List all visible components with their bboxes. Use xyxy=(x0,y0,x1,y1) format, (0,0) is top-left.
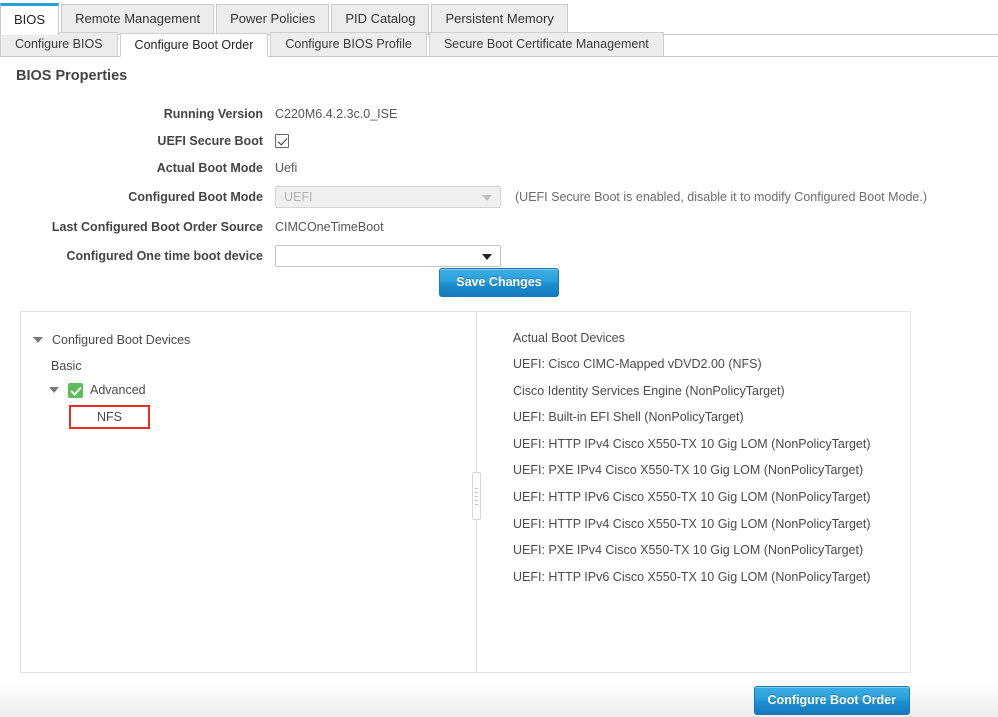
uefi-secure-boot-label: UEFI Secure Boot xyxy=(157,133,263,148)
row-configured-boot-mode: Configured Boot Mode UEFI (UEFI Secure B… xyxy=(0,181,998,213)
last-configured-boot-order-source-label: Last Configured Boot Order Source xyxy=(51,219,263,234)
uefi-secure-boot-checkbox[interactable] xyxy=(275,133,289,148)
running-version-value: C220M6.4.2.3c.0_ISE xyxy=(275,106,398,121)
list-item: UEFI: HTTP IPv4 Cisco X550-TX 10 Gig LOM… xyxy=(513,516,871,531)
tree-item-advanced[interactable]: Advanced xyxy=(21,378,476,402)
chevron-down-icon xyxy=(482,254,492,260)
tab-bios[interactable]: BIOS xyxy=(0,3,60,35)
check-icon xyxy=(68,382,83,398)
row-running-version: Running Version C220M6.4.2.3c.0_ISE xyxy=(0,100,998,127)
actual-boot-devices-title: Actual Boot Devices xyxy=(513,331,625,345)
caret-down-icon[interactable] xyxy=(49,387,59,393)
chevron-down-icon xyxy=(482,195,492,201)
boot-devices-panels: Configured Boot Devices Basic Advanced N… xyxy=(20,311,911,673)
running-version-label: Running Version xyxy=(163,106,263,121)
configured-boot-mode-selected-value: UEFI xyxy=(284,190,313,204)
configured-boot-mode-select: UEFI xyxy=(275,186,501,208)
bios-configure-boot-order-page: BIOS Remote Management Power Policies PI… xyxy=(0,0,998,717)
grip-line xyxy=(475,491,478,493)
row-actual-boot-mode: Actual Boot Mode Uefi xyxy=(0,154,998,181)
grip-line xyxy=(475,499,478,501)
tab-secure-boot-certificate-management[interactable]: Secure Boot Certificate Management xyxy=(428,32,664,56)
row-last-configured-boot-order-source: Last Configured Boot Order Source CIMCOn… xyxy=(0,213,998,240)
tree-item-basic[interactable]: Basic xyxy=(21,354,476,378)
list-item: UEFI: PXE IPv4 Cisco X550-TX 10 Gig LOM … xyxy=(513,463,864,478)
page-footer: Configure Boot Order xyxy=(0,681,998,717)
tree-item-nfs[interactable]: NFS xyxy=(69,405,150,429)
tree-item-advanced-label: Advanced xyxy=(90,383,146,397)
bios-properties-form: Running Version C220M6.4.2.3c.0_ISE UEFI… xyxy=(0,100,998,272)
page-title: BIOS Properties xyxy=(16,68,128,84)
secondary-tab-bar: Configure BIOS Configure Boot Order Conf… xyxy=(0,29,998,57)
panel-divider xyxy=(472,312,481,672)
last-configured-boot-order-source-value: CIMCOneTimeBoot xyxy=(275,219,384,234)
list-item: UEFI: HTTP IPv6 Cisco X550-TX 10 Gig LOM… xyxy=(513,489,871,504)
list-item: UEFI: HTTP IPv4 Cisco X550-TX 10 Gig LOM… xyxy=(513,436,871,451)
list-item: UEFI: Built-in EFI Shell (NonPolicyTarge… xyxy=(513,410,744,425)
row-uefi-secure-boot: UEFI Secure Boot xyxy=(0,127,998,154)
list-item: UEFI: Cisco CIMC-Mapped vDVD2.00 (NFS) xyxy=(513,357,762,371)
actual-boot-devices-panel: Actual Boot Devices UEFI: Cisco CIMC-Map… xyxy=(477,312,910,672)
actual-boot-mode-label: Actual Boot Mode xyxy=(156,160,263,175)
configured-boot-devices-header[interactable]: Configured Boot Devices xyxy=(21,328,476,352)
tree-item-nfs-container: NFS xyxy=(21,405,476,429)
save-changes-button[interactable]: Save Changes xyxy=(439,268,559,297)
grip-line xyxy=(475,495,478,497)
configured-boot-mode-label: Configured Boot Mode xyxy=(128,190,263,204)
list-item: Cisco Identity Services Engine (NonPolic… xyxy=(513,383,785,398)
tab-configure-bios-profile[interactable]: Configure BIOS Profile xyxy=(270,32,427,56)
configured-boot-devices-title: Configured Boot Devices xyxy=(52,333,191,347)
panel-splitter-handle[interactable] xyxy=(472,472,481,520)
list-item: UEFI: PXE IPv4 Cisco X550-TX 10 Gig LOM … xyxy=(513,543,864,558)
actual-boot-mode-value: Uefi xyxy=(275,160,298,175)
configured-one-time-boot-device-label: Configured One time boot device xyxy=(66,249,263,263)
save-changes-container: Save Changes xyxy=(0,268,998,297)
list-item: UEFI: HTTP IPv6 Cisco X550-TX 10 Gig LOM… xyxy=(513,569,871,584)
tab-configure-boot-order[interactable]: Configure Boot Order xyxy=(119,33,269,57)
grip-line xyxy=(475,487,478,489)
configured-one-time-boot-device-select[interactable] xyxy=(275,245,501,267)
tab-configure-bios[interactable]: Configure BIOS xyxy=(0,32,118,56)
grip-line xyxy=(475,503,478,505)
tree-item-basic-label: Basic xyxy=(51,359,82,373)
configure-boot-order-button[interactable]: Configure Boot Order xyxy=(753,686,910,715)
configured-boot-devices-panel: Configured Boot Devices Basic Advanced N… xyxy=(21,312,476,672)
configured-boot-mode-hint: (UEFI Secure Boot is enabled, disable it… xyxy=(515,190,928,204)
caret-down-icon[interactable] xyxy=(33,337,43,343)
